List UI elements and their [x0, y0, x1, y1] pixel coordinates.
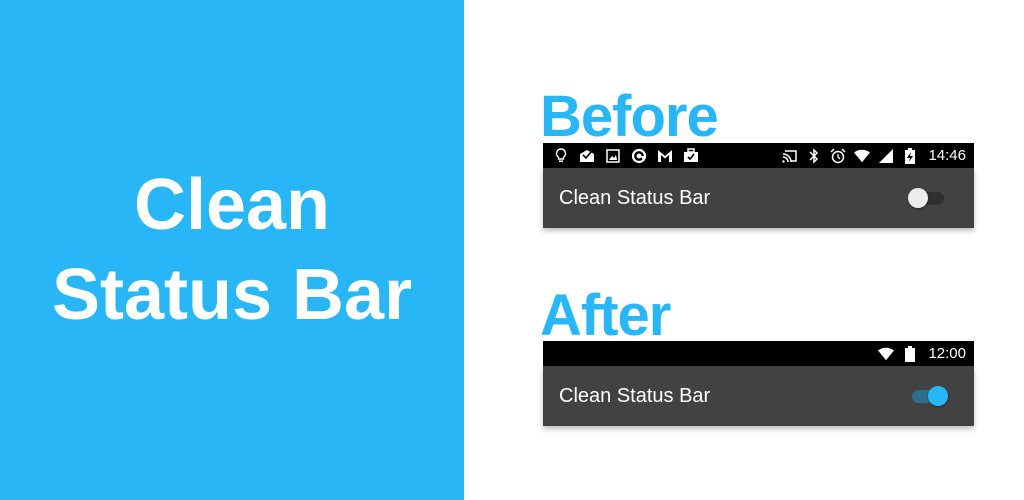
toolbar-title: Clean Status Bar [559, 384, 711, 407]
wifi-icon [854, 148, 871, 164]
after-toolbar: Clean Status Bar [543, 366, 974, 426]
status-time: 14:46 [928, 147, 966, 164]
hero-panel: Clean Status Bar [0, 0, 464, 500]
bluetooth-icon [806, 147, 822, 164]
system-icons: 14:46 [782, 147, 966, 164]
before-label: Before [540, 84, 719, 149]
clean-status-bar-toggle-on[interactable] [908, 386, 948, 406]
notification-icons [553, 147, 782, 164]
wifi-icon [878, 346, 895, 362]
gmail-icon [657, 148, 673, 164]
after-label: After [540, 283, 671, 348]
battery-full-icon [902, 345, 918, 362]
before-status-bar: 14:46 [543, 143, 974, 168]
toolbar-title: Clean Status Bar [559, 186, 711, 209]
battery-charging-icon [902, 147, 918, 164]
clean-status-bar-toggle-off[interactable] [908, 188, 948, 208]
after-status-bar: 12:00 [543, 341, 974, 366]
mail-check-icon [579, 148, 595, 164]
before-toolbar: Clean Status Bar [543, 168, 974, 228]
hero-title-line1: Clean [133, 165, 331, 245]
system-icons: 12:00 [878, 345, 966, 362]
status-time: 12:00 [928, 345, 966, 362]
toggle-thumb [928, 386, 948, 406]
image-icon [605, 148, 621, 164]
cast-icon [782, 148, 798, 164]
toggle-thumb [908, 188, 928, 208]
hero-title-line2: Status Bar [51, 255, 413, 335]
briefcase-check-icon [683, 148, 699, 164]
sync-refresh-icon [631, 148, 647, 164]
cell-signal-icon [878, 148, 894, 164]
alarm-icon [830, 147, 846, 164]
lightbulb-icon [553, 147, 569, 164]
